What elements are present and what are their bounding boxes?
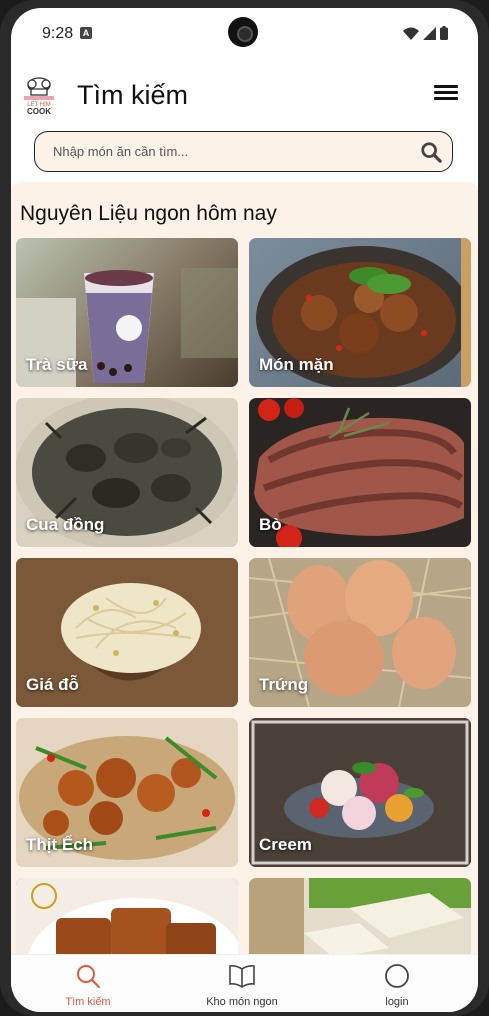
book-icon bbox=[229, 965, 255, 988]
category-label: Thịt Ếch bbox=[26, 835, 94, 854]
nav-label: login bbox=[385, 996, 409, 1008]
nav-label: Tìm kiếm bbox=[65, 996, 111, 1008]
category-card-gia-do[interactable]: Giá đỗ bbox=[16, 558, 238, 707]
search-placeholder: Nhập món ăn cần tìm... bbox=[53, 144, 189, 159]
content-area: Nguyên Liệu ngon hôm nay Trà sữa Món mặn… bbox=[11, 182, 478, 954]
search-icon bbox=[77, 965, 100, 988]
hamburger-menu-icon[interactable] bbox=[434, 82, 458, 106]
category-label: Creem bbox=[259, 835, 312, 854]
app-bar: LET HIM COOK Tìm kiếm bbox=[11, 70, 478, 130]
screen: 9:28 A LET HIM COOK Tìm kiếm Nhập món ăn… bbox=[11, 8, 478, 1012]
nav-item-login[interactable]: login bbox=[337, 963, 457, 1008]
category-label: Trứng bbox=[259, 675, 309, 694]
category-card-cua-dong[interactable]: Cua đồng bbox=[16, 398, 238, 547]
category-card-tra-sua[interactable]: Trà sữa bbox=[16, 238, 238, 387]
phone-frame: 9:28 A LET HIM COOK Tìm kiếm Nhập món ăn… bbox=[0, 0, 489, 1016]
search-input[interactable]: Nhập món ăn cần tìm... bbox=[34, 131, 453, 172]
status-bar: 9:28 A bbox=[11, 8, 478, 58]
search-icon[interactable] bbox=[420, 141, 442, 163]
category-card-bo[interactable]: Bò bbox=[249, 398, 471, 547]
category-label: Cua đồng bbox=[26, 515, 105, 534]
category-card-pork[interactable] bbox=[16, 878, 238, 954]
section-title: Nguyên Liệu ngon hôm nay bbox=[20, 202, 277, 225]
nav-label: Kho món ngon bbox=[206, 996, 278, 1008]
nav-item-recipes[interactable]: Kho món ngon bbox=[182, 963, 302, 1008]
status-time: 9:28 bbox=[42, 25, 74, 42]
category-label: Món mặn bbox=[259, 355, 334, 374]
beef-image bbox=[254, 398, 464, 547]
page-title: Tìm kiếm bbox=[77, 80, 188, 110]
camera-cutout bbox=[228, 17, 258, 47]
signal-icon bbox=[423, 26, 436, 40]
svg-text:COOK: COOK bbox=[27, 107, 51, 116]
category-card-thit-ech[interactable]: Thịt Ếch bbox=[16, 718, 238, 867]
tofu-image bbox=[249, 878, 471, 954]
category-label: Bò bbox=[259, 515, 282, 534]
category-card-tofu[interactable] bbox=[249, 878, 471, 954]
bottom-nav: Tìm kiếm Kho món ngon login bbox=[11, 954, 478, 1012]
category-label: Giá đỗ bbox=[26, 675, 79, 694]
wifi-icon bbox=[403, 27, 419, 40]
let-him-cook-logo: LET HIM COOK bbox=[24, 77, 54, 116]
nav-item-search[interactable]: Tìm kiếm bbox=[28, 963, 148, 1008]
a-icon: A bbox=[80, 27, 92, 39]
category-card-trung[interactable]: Trứng bbox=[249, 558, 471, 707]
category-label: Trà sữa bbox=[26, 355, 88, 374]
battery-icon bbox=[440, 26, 448, 40]
system-icons bbox=[403, 26, 448, 40]
circle-icon bbox=[385, 964, 409, 988]
category-card-creem[interactable]: Creem bbox=[249, 718, 471, 867]
braised-pork-image bbox=[16, 878, 238, 954]
category-card-mon-man[interactable]: Món mặn bbox=[249, 238, 471, 387]
